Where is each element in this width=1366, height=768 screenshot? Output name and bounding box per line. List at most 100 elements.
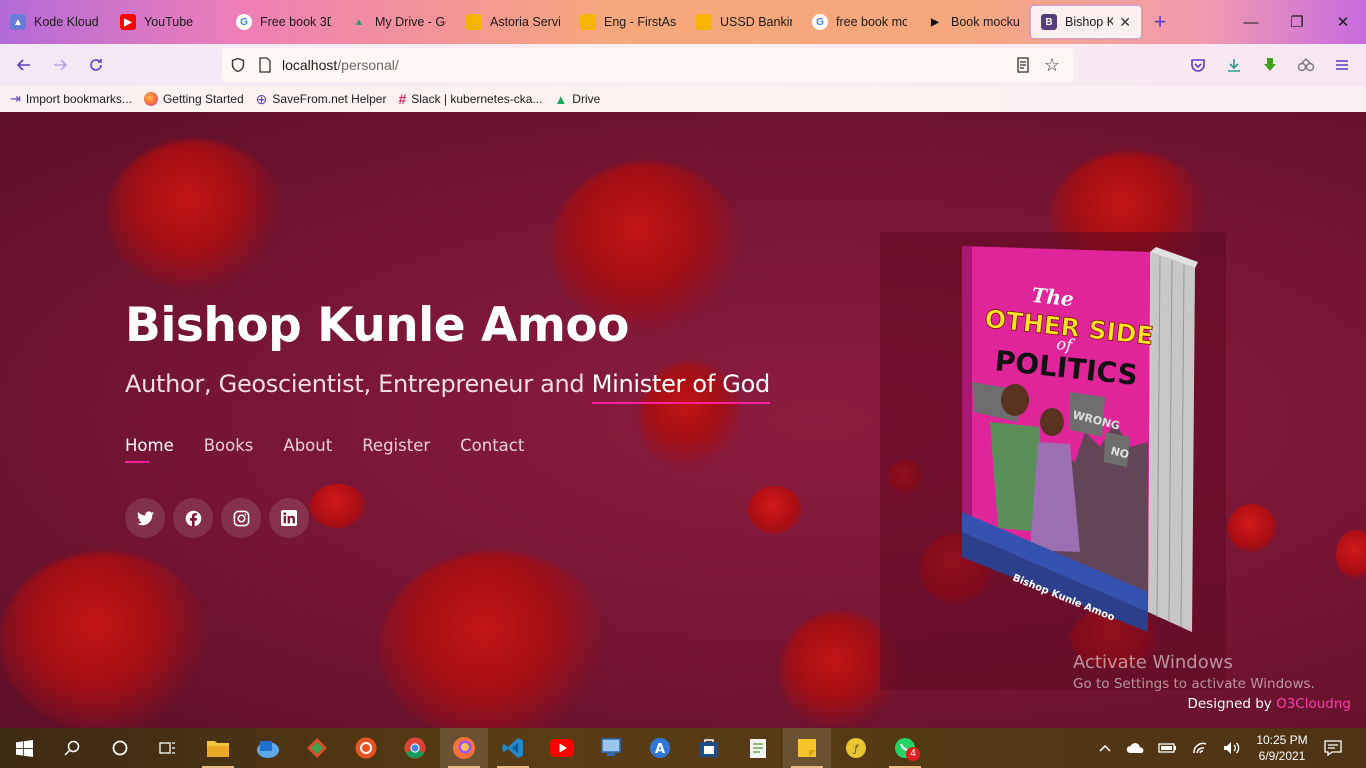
arrow-left-icon	[16, 59, 30, 71]
nav-books[interactable]: Books	[204, 436, 254, 455]
taskbar-chrome[interactable]	[391, 728, 439, 768]
hamburger-icon	[1336, 60, 1348, 70]
windows-icon	[15, 739, 33, 757]
shield-icon[interactable]	[230, 57, 246, 73]
tab-book-mockup[interactable]: ▶ Book mockup	[917, 0, 1030, 44]
drive-icon: ▲	[354, 16, 364, 28]
designer-link[interactable]: O3Cloudng	[1276, 696, 1351, 712]
book-cover-image: The OTHER SIDE of POLITICS WRONG NO Bish…	[962, 246, 1198, 632]
activate-windows-watermark: Activate Windows Go to Settings to activ…	[1073, 652, 1315, 692]
tab-youtube[interactable]: ▶ YouTube	[110, 0, 226, 44]
forward-button[interactable]	[42, 44, 78, 86]
minimize-button[interactable]: —	[1228, 0, 1274, 44]
taskbar-sticky-notes[interactable]	[783, 728, 831, 768]
nav-register[interactable]: Register	[362, 436, 430, 455]
tab-free-book-mockup[interactable]: G free book mo	[802, 0, 917, 44]
tab-strip: ▲ Kode Kloud - ▶ YouTube G Free book 3D …	[0, 0, 1366, 44]
notifications-button[interactable]	[1316, 728, 1350, 768]
bookmark-slack[interactable]: # Slack | kubernetes-cka...	[398, 91, 542, 107]
bookmark-drive[interactable]: ▲ Drive	[554, 92, 600, 107]
taskbar-notepad-plus[interactable]	[734, 728, 782, 768]
url-text[interactable]: localhost/personal/	[282, 57, 399, 73]
facebook-button[interactable]	[173, 498, 213, 538]
firefox-icon	[453, 737, 475, 759]
task-view-button[interactable]	[144, 728, 192, 768]
cortana-button[interactable]	[96, 728, 144, 768]
rose-petal	[108, 140, 283, 290]
wifi-tray[interactable]	[1192, 728, 1210, 768]
taskbar-vscode[interactable]	[489, 728, 537, 768]
youtube-icon: ▶	[120, 14, 136, 30]
close-tab-icon[interactable]: ✕	[1119, 14, 1131, 31]
volume-tray[interactable]	[1222, 728, 1242, 768]
whatsapp-badge: 4	[906, 747, 920, 761]
onedrive-tray[interactable]	[1126, 728, 1146, 768]
reader-view-icon[interactable]	[1016, 57, 1030, 73]
reload-button[interactable]	[78, 44, 114, 86]
linkedin-button[interactable]	[269, 498, 309, 538]
menu-button[interactable]	[1324, 44, 1360, 86]
instagram-button[interactable]	[221, 498, 261, 538]
nav-home[interactable]: Home	[125, 436, 174, 463]
tab-my-drive[interactable]: ▲ My Drive - Go	[341, 0, 456, 44]
mail-cloud-icon	[257, 741, 279, 758]
tray-overflow[interactable]	[1096, 728, 1114, 768]
taskbar-file-explorer[interactable]	[194, 728, 242, 768]
bookmark-getting-started[interactable]: Getting Started	[143, 92, 244, 106]
nav-about[interactable]: About	[283, 436, 332, 455]
downloads-button[interactable]	[1216, 44, 1252, 86]
pocket-button[interactable]	[1180, 44, 1216, 86]
cloud-icon	[1126, 743, 1144, 753]
address-bar[interactable]: localhost/personal/ ☆	[222, 48, 1074, 82]
tab-free-book-3d[interactable]: G Free book 3D	[226, 0, 341, 44]
start-button[interactable]	[0, 728, 48, 768]
nav-toolbar: localhost/personal/ ☆	[0, 44, 1366, 86]
nav-contact[interactable]: Contact	[460, 436, 524, 455]
tab-ussd-banking[interactable]: USSD Banking	[686, 0, 802, 44]
close-window-button[interactable]: ✕	[1320, 0, 1366, 44]
taskbar-app[interactable]: ƒ	[832, 728, 880, 768]
youtube-icon	[550, 739, 574, 757]
search-icon	[64, 740, 80, 756]
taskbar-outlook[interactable]	[244, 728, 292, 768]
chrome-icon	[404, 737, 426, 759]
taskbar-youtube[interactable]	[538, 728, 586, 768]
sticky-note-icon	[798, 739, 816, 757]
taskbar-remote-desktop[interactable]	[587, 728, 635, 768]
extension-downloader-button[interactable]	[1252, 44, 1288, 86]
kodekloud-icon: ▲	[10, 14, 26, 30]
arrow-right-icon	[54, 59, 68, 71]
tab-astoria[interactable]: Astoria Servic	[456, 0, 570, 44]
a-circle-icon: A	[650, 738, 670, 758]
page-icon	[259, 57, 271, 73]
taskbar-azure-data-studio[interactable]: A	[636, 728, 684, 768]
bookmark-import[interactable]: ⇥ Import bookmarks...	[10, 91, 132, 107]
twitter-button[interactable]	[125, 498, 165, 538]
restore-button[interactable]: ❐	[1274, 0, 1320, 44]
back-button[interactable]	[6, 44, 42, 86]
taskbar-store[interactable]	[685, 728, 733, 768]
extension-button[interactable]	[1288, 44, 1324, 86]
rose-petal	[380, 552, 610, 728]
folder-icon	[580, 14, 596, 30]
volume-icon	[1224, 742, 1240, 754]
book-title-the: The	[1031, 283, 1075, 311]
tab-bishop-kunle[interactable]: B Bishop Kun ✕	[1030, 5, 1142, 39]
search-button[interactable]	[48, 728, 96, 768]
firefox-icon	[143, 92, 158, 106]
bookmark-star-icon[interactable]: ☆	[1044, 55, 1060, 76]
battery-tray[interactable]	[1158, 728, 1178, 768]
new-tab-button[interactable]: +	[1142, 9, 1178, 35]
tab-kodekloud[interactable]: ▲ Kode Kloud -	[0, 0, 110, 44]
clock-time: 10:25 PM	[1256, 733, 1308, 747]
system-clock[interactable]: 10:25 PM 6/9/2021	[1250, 732, 1314, 764]
taskbar-firefox[interactable]	[440, 728, 488, 768]
rose-petal	[310, 484, 366, 528]
app-icon: ƒ	[846, 738, 866, 758]
tab-eng-firstast[interactable]: Eng - FirstAst	[570, 0, 686, 44]
taskbar-git[interactable]	[293, 728, 341, 768]
bookmark-savefrom[interactable]: ⊕ SaveFrom.net Helper	[256, 91, 387, 108]
taskbar-ubuntu[interactable]	[342, 728, 390, 768]
facebook-icon	[185, 510, 201, 527]
taskbar-whatsapp[interactable]: 4	[881, 728, 929, 768]
